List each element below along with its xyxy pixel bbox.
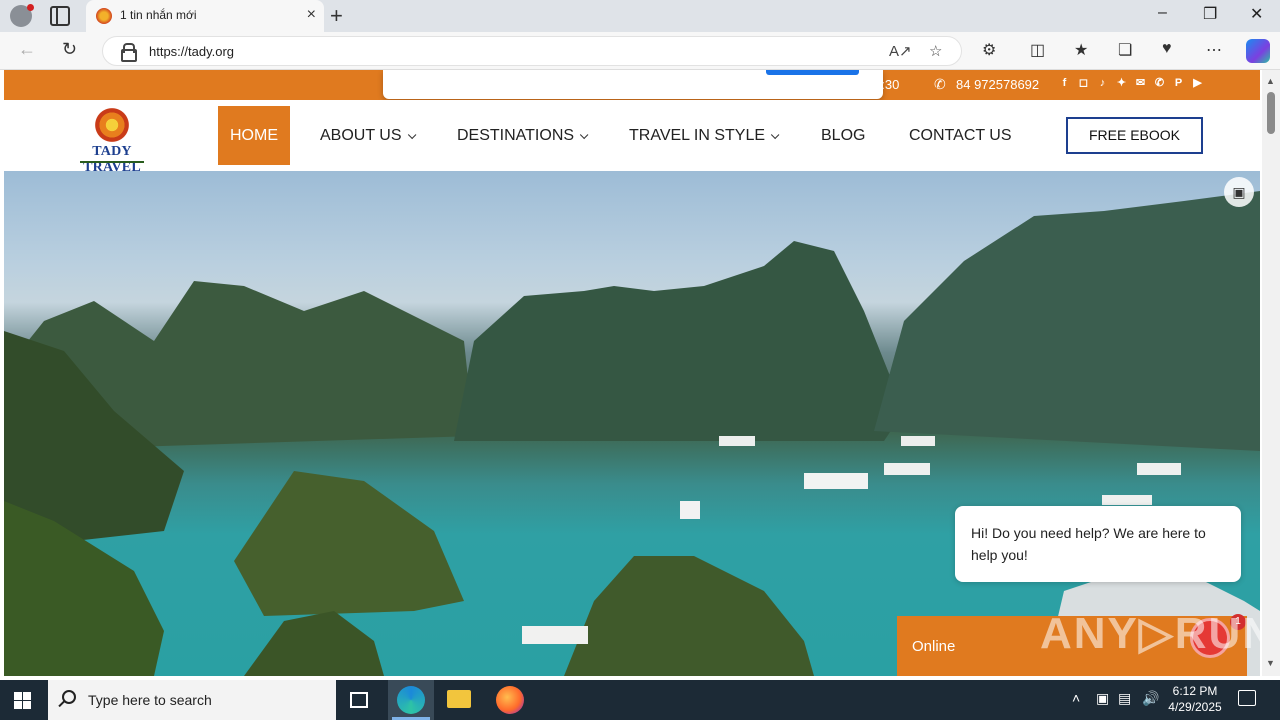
hero-image: ▣ xyxy=(4,171,1260,676)
clock-time: 6:12 PM xyxy=(1172,684,1218,698)
address-bar[interactable]: https://tady.org A↗ ☆ xyxy=(102,36,962,66)
scrollbar-thumb[interactable] xyxy=(1267,92,1275,134)
social-links: f ◻ ♪ ✦ ✉ ✆ P ▶ xyxy=(1058,76,1204,90)
edge-browser-icon[interactable] xyxy=(397,686,425,714)
tab-actions-icon[interactable] xyxy=(50,6,70,26)
nav-about-us-label: ABOUT US xyxy=(320,127,402,144)
restore-button[interactable]: ❐ xyxy=(1203,4,1217,24)
tab-close-button[interactable]: × xyxy=(307,6,316,24)
refresh-button[interactable]: ↻ xyxy=(62,39,77,60)
nav-travel-in-style[interactable]: TRAVEL IN STYLE xyxy=(629,100,780,171)
url-text[interactable]: https://tady.org xyxy=(149,44,234,59)
free-ebook-button[interactable]: FREE EBOOK xyxy=(1066,117,1203,154)
page-scrollbar[interactable]: ▲ ▼ xyxy=(1262,70,1280,676)
back-button[interactable]: ← xyxy=(18,39,36,60)
lock-icon[interactable] xyxy=(121,43,137,62)
minimize-button[interactable]: – xyxy=(1158,4,1167,22)
tiktok-icon[interactable]: ♪ xyxy=(1096,76,1109,90)
taskbar-clock[interactable]: 6:12 PM 4/29/2025 xyxy=(1160,683,1230,715)
favorite-star-icon[interactable]: ☆ xyxy=(929,42,942,60)
scroll-up-arrow-icon[interactable]: ▲ xyxy=(1266,76,1275,86)
tray-device-icon[interactable]: ▣ xyxy=(1096,690,1109,707)
site-favicon-icon xyxy=(96,8,112,24)
close-window-button[interactable]: ✕ xyxy=(1250,4,1263,24)
chevron-down-icon xyxy=(407,130,416,140)
nav-home[interactable]: HOME xyxy=(218,106,290,165)
anyrun-watermark: ANY▷RUN xyxy=(1040,609,1277,658)
windows-taskbar: Type here to search ˄ ▣ ▤ 🔊 6:12 PM 4/29… xyxy=(0,680,1280,720)
email-icon[interactable]: ✉ xyxy=(1134,76,1147,90)
more-menu-icon[interactable]: ⋯ xyxy=(1206,40,1222,60)
phone-link-icon[interactable]: ✆ xyxy=(1153,76,1166,90)
search-icon xyxy=(62,690,76,704)
taskbar-search-box[interactable]: Type here to search xyxy=(48,680,336,720)
browser-tab-strip: 1 tin nhắn mới × + – ❐ ✕ xyxy=(0,0,1280,32)
nav-destinations[interactable]: DESTINATIONS xyxy=(457,100,589,171)
logo-tagline-line xyxy=(80,161,144,163)
twitter-icon[interactable]: ✦ xyxy=(1115,76,1128,90)
nav-about-us[interactable]: ABOUT US xyxy=(320,100,416,171)
nav-travel-in-style-label: TRAVEL IN STYLE xyxy=(629,127,766,144)
halong-bay-illustration xyxy=(4,191,1260,676)
split-screen-icon[interactable]: ◫ xyxy=(1030,40,1045,60)
phone-icon: ✆ xyxy=(934,76,946,92)
popup-action-button[interactable] xyxy=(766,70,859,75)
site-header: TADY TRAVEL HOME ABOUT US DESTINATIONS T… xyxy=(4,100,1260,175)
read-aloud-icon[interactable]: A↗ xyxy=(889,42,912,60)
volume-icon[interactable]: 🔊 xyxy=(1142,690,1159,707)
profile-avatar-icon[interactable] xyxy=(10,4,34,27)
nav-contact-us[interactable]: CONTACT US xyxy=(909,100,1012,171)
nav-blog[interactable]: BLOG xyxy=(821,100,865,171)
copilot-icon[interactable] xyxy=(1246,39,1270,63)
chevron-down-icon xyxy=(770,130,780,140)
browser-toolbar: ← ↻ https://tady.org A↗ ☆ ⚙ ◫ ★ ❏ ♥ ⋯ xyxy=(0,32,1280,70)
chevron-down-icon xyxy=(579,130,589,140)
clock-date: 4/29/2025 xyxy=(1168,700,1222,714)
windows-start-icon[interactable] xyxy=(14,692,31,709)
browser-tab[interactable]: 1 tin nhắn mới × xyxy=(86,0,324,32)
facebook-icon[interactable]: f xyxy=(1058,76,1071,90)
tray-overflow-chevron-icon[interactable]: ˄ xyxy=(1072,690,1080,706)
notification-popup xyxy=(383,70,883,99)
nav-destinations-label: DESTINATIONS xyxy=(457,127,575,144)
favorites-icon[interactable]: ★ xyxy=(1074,40,1088,60)
tab-title: 1 tin nhắn mới xyxy=(120,8,197,22)
network-icon[interactable]: ▤ xyxy=(1118,690,1131,707)
site-logo[interactable]: TADY TRAVEL xyxy=(62,106,162,175)
chat-greeting-bubble[interactable]: Hi! Do you need help? We are here to hel… xyxy=(955,506,1241,582)
firefox-icon[interactable] xyxy=(496,686,524,714)
file-explorer-icon[interactable] xyxy=(447,690,471,708)
notification-center-icon[interactable] xyxy=(1238,690,1256,706)
logo-sun-icon xyxy=(92,106,132,144)
visual-search-icon[interactable]: ▣ xyxy=(1224,177,1254,207)
collections-icon[interactable]: ❏ xyxy=(1118,40,1132,60)
pinterest-icon[interactable]: P xyxy=(1172,76,1185,90)
phone-number[interactable]: 84 972578692 xyxy=(956,77,1039,92)
chat-status: Online xyxy=(912,638,956,655)
youtube-icon[interactable]: ▶ xyxy=(1191,76,1204,90)
new-tab-button[interactable]: + xyxy=(330,3,343,29)
extensions-icon[interactable]: ⚙ xyxy=(982,40,996,60)
search-placeholder: Type here to search xyxy=(88,692,212,708)
scroll-down-arrow-icon[interactable]: ▼ xyxy=(1266,658,1275,668)
instagram-icon[interactable]: ◻ xyxy=(1077,76,1090,90)
page-viewport: 7:30 ✆ 84 972578692 f ◻ ♪ ✦ ✉ ✆ P ▶ TADY… xyxy=(0,70,1280,680)
task-view-icon[interactable] xyxy=(350,692,368,708)
browser-essentials-icon[interactable]: ♥ xyxy=(1162,40,1172,58)
